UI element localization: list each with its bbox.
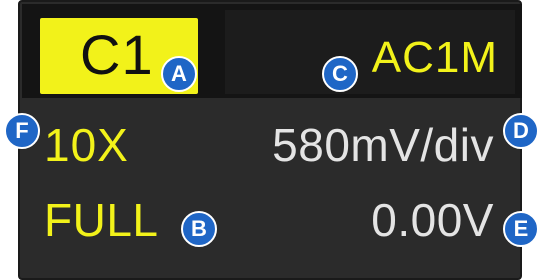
callout-marker-f: F [4, 113, 40, 149]
vertical-scale[interactable]: 580mV/div [272, 117, 494, 173]
callout-marker-b: B [181, 211, 217, 247]
callout-marker-d: D [503, 113, 539, 149]
vertical-offset[interactable]: 0.00V [371, 192, 494, 248]
callout-marker-c: C [322, 56, 358, 92]
bandwidth-limit[interactable]: FULL [44, 192, 158, 248]
probe-attenuation[interactable]: 10X [44, 117, 129, 173]
callout-marker-a: A [161, 56, 197, 92]
callout-marker-e: E [503, 211, 539, 247]
coupling-value[interactable]: AC1M [372, 32, 498, 84]
channel-label: C1 [80, 23, 154, 86]
